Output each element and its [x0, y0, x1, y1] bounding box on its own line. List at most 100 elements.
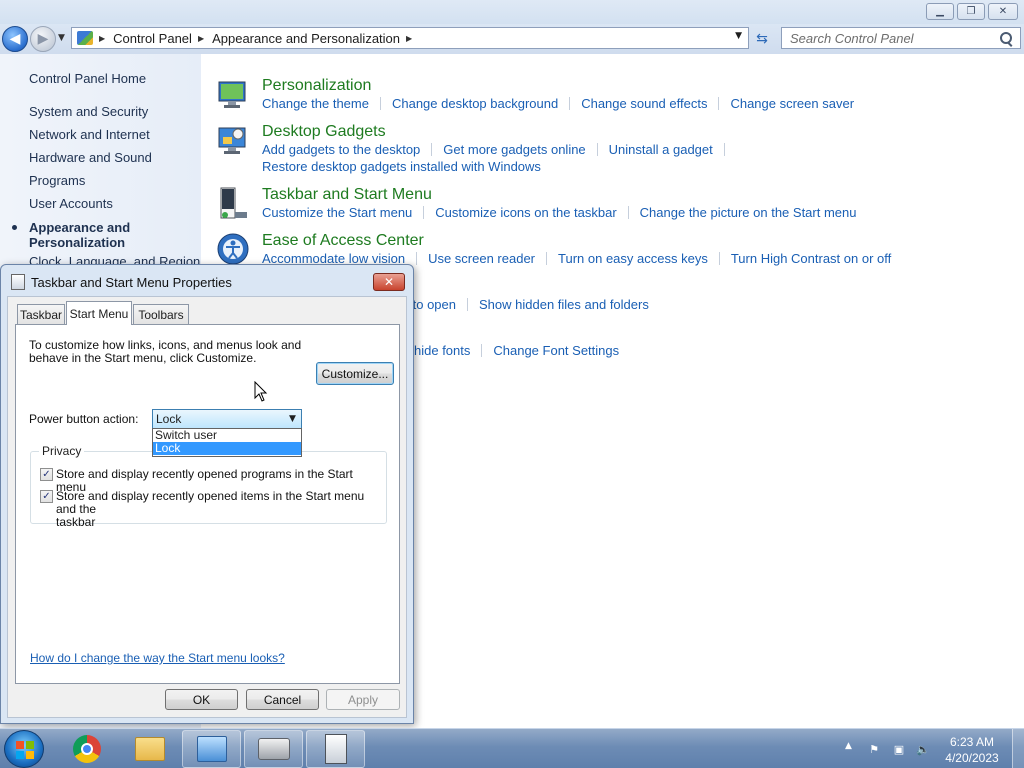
restore-gadgets-link[interactable]: Restore desktop gadgets installed with W… — [262, 158, 541, 175]
address-dropdown-icon[interactable]: ▼ — [735, 31, 742, 41]
taskbar-chrome-button[interactable] — [57, 730, 116, 768]
tab-start-menu[interactable]: Start Menu — [66, 301, 132, 325]
customize-taskbar-icons-link[interactable]: Customize icons on the taskbar — [435, 204, 616, 221]
forward-arrow-icon: ▶ — [37, 31, 49, 47]
taskbar-properties-button[interactable] — [306, 730, 365, 768]
change-screen-saver-link[interactable]: Change screen saver — [730, 95, 854, 112]
search-icon[interactable] — [1000, 32, 1012, 44]
sidebar-item-network[interactable]: Network and Internet — [29, 127, 150, 142]
link-divider — [467, 298, 468, 311]
ease-of-access-icon[interactable] — [216, 232, 250, 266]
restore-button[interactable]: ❐ — [957, 3, 985, 20]
power-button-action-select[interactable]: Lock ▼ — [152, 409, 302, 429]
personalization-icon[interactable] — [216, 77, 250, 111]
personalization-title[interactable]: Personalization — [262, 77, 371, 95]
change-desktop-background-link[interactable]: Change desktop background — [392, 95, 558, 112]
dialog-title: Taskbar and Start Menu Properties — [31, 275, 232, 290]
customize-button[interactable]: Customize... — [316, 362, 394, 385]
sidebar-item-system-security[interactable]: System and Security — [29, 104, 148, 119]
sidebar-item-programs[interactable]: Programs — [29, 173, 85, 188]
change-sound-effects-link[interactable]: Change sound effects — [581, 95, 707, 112]
recent-programs-checkbox[interactable]: ✓ — [40, 468, 53, 481]
option-lock[interactable]: Lock — [153, 442, 301, 455]
personalization-links: Change the theme Change desktop backgroun… — [262, 95, 854, 112]
navigation-bar: ◀ ▶ ▼ ▶ Control Panel ▶ Appearance and P… — [0, 24, 1024, 54]
minimize-button[interactable]: ▁ — [926, 3, 954, 20]
taskbar-start-menu-properties-dialog: Taskbar and Start Menu Properties ✕ Task… — [0, 264, 414, 724]
window-titlebar[interactable]: ▁ ❐ ✕ — [0, 0, 1024, 24]
refresh-button[interactable]: ⇆ — [751, 28, 773, 49]
show-hidden-icons-icon[interactable]: ▲ — [845, 741, 852, 751]
sidebar-item-hardware-sound[interactable]: Hardware and Sound — [29, 150, 152, 165]
customize-description: To customize how links, icons, and menus… — [29, 339, 301, 365]
cancel-button[interactable]: Cancel — [246, 689, 319, 710]
breadcrumb-appearance[interactable]: Appearance and Personalization — [212, 31, 400, 46]
breadcrumb-separator-icon[interactable]: ▶ — [198, 34, 204, 43]
tab-toolbars[interactable]: Toolbars — [133, 304, 189, 324]
breadcrumb-separator-icon[interactable]: ▶ — [99, 34, 105, 43]
address-bar[interactable]: ▶ Control Panel ▶ Appearance and Persona… — [71, 27, 749, 49]
taskbar-start-menu-icon[interactable] — [216, 186, 250, 220]
ease-of-access-title[interactable]: Ease of Access Center — [262, 232, 424, 250]
sidebar-active-label-line1: Appearance and — [29, 220, 131, 235]
restore-icon: ❐ — [966, 6, 976, 17]
add-gadgets-link[interactable]: Add gadgets to the desktop — [262, 141, 420, 158]
start-menu-help-link[interactable]: How do I change the way the Start menu l… — [30, 651, 285, 665]
taskbar-explorer-button[interactable] — [120, 730, 179, 768]
privacy-group-title: Privacy — [39, 444, 85, 458]
recent-items-checkbox[interactable]: ✓ — [40, 490, 53, 503]
taskbar-control-panel-button[interactable] — [182, 730, 241, 768]
breadcrumb-control-panel[interactable]: Control Panel — [113, 31, 192, 46]
window-close-button[interactable]: ✕ — [988, 3, 1018, 20]
use-screen-reader-link[interactable]: Use screen reader — [428, 250, 535, 267]
uninstall-gadget-link[interactable]: Uninstall a gadget — [609, 141, 713, 158]
control-panel-home-link[interactable]: Control Panel Home — [29, 71, 146, 86]
high-contrast-link[interactable]: Turn High Contrast on or off — [731, 250, 891, 267]
printer-icon — [257, 738, 290, 760]
recent-items-label-line2: taskbar — [56, 515, 96, 529]
change-theme-link[interactable]: Change the theme — [262, 95, 369, 112]
chevron-down-icon[interactable]: ▼ — [284, 410, 301, 428]
taskbar-devices-printers-button[interactable] — [244, 730, 303, 768]
action-center-icon[interactable]: ⚑ — [866, 741, 882, 757]
change-font-settings-link[interactable]: Change Font Settings — [493, 342, 619, 359]
fonts-links: hide fonts Change Font Settings — [414, 342, 619, 359]
desktop-gadgets-links: Add gadgets to the desktop Get more gadge… — [262, 141, 736, 175]
ok-button[interactable]: OK — [165, 689, 238, 710]
close-icon: ✕ — [383, 275, 395, 289]
power-button-selected-value: Lock — [156, 412, 182, 426]
recent-items-label-line1: Store and display recently opened items … — [56, 489, 365, 516]
chrome-icon — [72, 735, 101, 763]
network-icon[interactable]: ▣ — [891, 741, 907, 757]
desktop-gadgets-icon[interactable] — [216, 123, 250, 157]
taskbar-start-menu-title[interactable]: Taskbar and Start Menu — [262, 186, 432, 204]
folder-icon — [134, 737, 165, 761]
system-clock[interactable]: 6:23 AM 4/20/2023 — [940, 734, 1004, 766]
recent-items-label[interactable]: Store and display recently opened items … — [56, 490, 386, 529]
customize-start-menu-link[interactable]: Customize the Start menu — [262, 204, 412, 221]
show-hide-fonts-link[interactable]: hide fonts — [414, 342, 470, 359]
show-desktop-button[interactable] — [1012, 729, 1024, 768]
forward-button[interactable]: ▶ — [30, 26, 56, 52]
easy-access-keys-link[interactable]: Turn on easy access keys — [558, 250, 708, 267]
link-divider — [423, 206, 425, 219]
start-button[interactable] — [4, 730, 44, 768]
tab-taskbar[interactable]: Taskbar — [17, 304, 65, 324]
dialog-close-button[interactable]: ✕ — [373, 273, 405, 291]
breadcrumb-separator-icon[interactable]: ▶ — [406, 34, 412, 43]
active-item-bullet-icon — [12, 225, 17, 230]
search-placeholder: Search Control Panel — [790, 30, 914, 46]
minimize-icon: ▁ — [936, 6, 944, 17]
get-more-gadgets-link[interactable]: Get more gadgets online — [443, 141, 585, 158]
desktop-gadgets-title[interactable]: Desktop Gadgets — [262, 123, 386, 141]
change-start-menu-picture-link[interactable]: Change the picture on the Start menu — [640, 204, 857, 221]
volume-muted-icon[interactable]: 🔈 — [915, 741, 931, 757]
link-divider — [379, 97, 381, 110]
apply-button[interactable]: Apply — [326, 689, 400, 710]
search-input[interactable]: Search Control Panel — [781, 27, 1021, 49]
sidebar-item-user-accounts[interactable]: User Accounts — [29, 196, 113, 211]
back-button[interactable]: ◀ — [2, 26, 28, 52]
show-hidden-files-link[interactable]: Show hidden files and folders — [479, 296, 649, 313]
clock-date: 4/20/2023 — [945, 751, 999, 765]
recent-pages-dropdown-icon[interactable]: ▼ — [58, 33, 65, 43]
